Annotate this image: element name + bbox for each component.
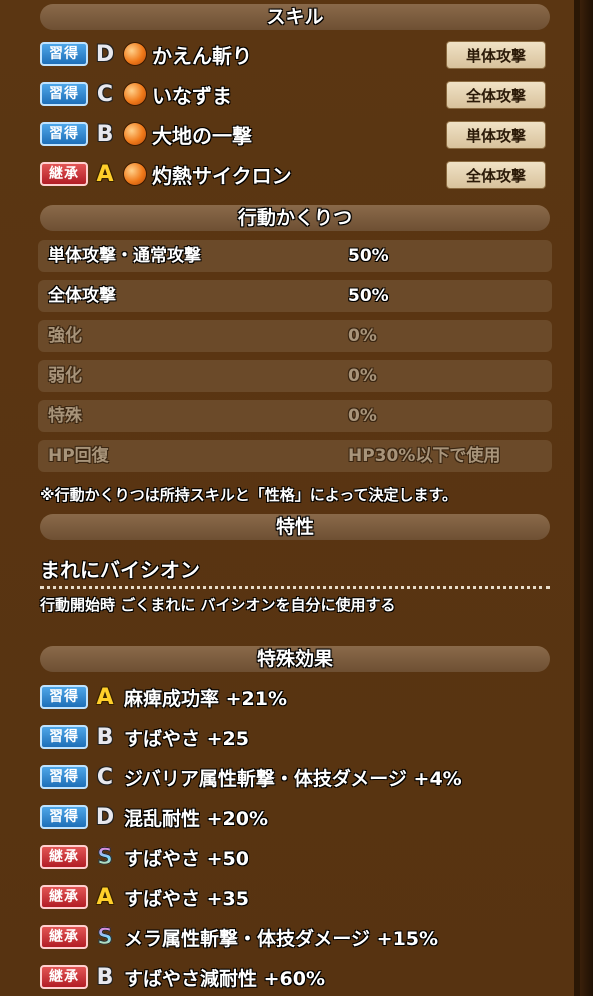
action-prob-note: ※行動かくりつは所持スキルと「性格」によって決定します。 <box>40 486 458 504</box>
scroll-edge <box>580 0 593 996</box>
inherit-badge: 継承 <box>40 845 88 869</box>
learn-badge: 習得 <box>40 42 88 66</box>
prob-value: HP30%以下で使用 <box>348 446 501 466</box>
effect-text: メラ属性斬撃・体技ダメージ +15% <box>124 927 439 950</box>
rank-letter: S <box>92 844 118 870</box>
skill-name: 灼熱サイクロン <box>152 163 292 188</box>
skill-row[interactable]: 習得 B 大地の一撃 単体攻撃 <box>40 118 546 150</box>
rank-letter: B <box>96 964 114 990</box>
fire-orb-icon <box>124 83 146 105</box>
prob-label: 特殊 <box>48 406 82 426</box>
skill-name: かえん斬り <box>152 43 252 68</box>
skill-name: 大地の一撃 <box>152 123 252 148</box>
effect-row: 習得 C ジバリア属性斬撃・体技ダメージ +4% <box>40 761 462 793</box>
skill-row[interactable]: 習得 D かえん斬り 単体攻撃 <box>40 38 546 70</box>
learn-badge: 習得 <box>40 805 88 829</box>
prob-label: HP回復 <box>48 446 109 466</box>
prob-row: HP回復 HP30%以下で使用 <box>38 440 552 472</box>
prob-row: 特殊 0% <box>38 400 552 432</box>
rank-letter: C <box>96 764 114 790</box>
action-prob-header: 行動かくりつ <box>40 205 550 231</box>
rank-letter: C <box>96 81 114 107</box>
skill-target-button[interactable]: 単体攻撃 <box>446 121 546 149</box>
effect-text: 混乱耐性 +20% <box>124 807 269 830</box>
effect-text: すばやさ +50 <box>124 847 249 870</box>
inherit-badge: 継承 <box>40 885 88 909</box>
skills-header: スキル <box>40 4 550 30</box>
learn-badge: 習得 <box>40 122 88 146</box>
learn-badge: 習得 <box>40 685 88 709</box>
rank-letter: S <box>92 924 118 950</box>
rank-letter: A <box>96 161 114 187</box>
prob-value: 0% <box>348 326 377 346</box>
inherit-badge: 継承 <box>40 925 88 949</box>
rank-letter: D <box>95 41 115 67</box>
prob-row: 弱化 0% <box>38 360 552 392</box>
inherit-badge: 継承 <box>40 965 88 989</box>
rank-letter: B <box>96 724 114 750</box>
trait-name: まれにバイシオン <box>40 558 200 582</box>
skill-row[interactable]: 継承 A 灼熱サイクロン 全体攻撃 <box>40 158 546 190</box>
rank-letter: A <box>96 884 114 910</box>
rank-letter: B <box>96 121 114 147</box>
prob-value: 50% <box>348 246 389 266</box>
rank-letter: A <box>96 684 114 710</box>
effect-row: 継承 S メラ属性斬撃・体技ダメージ +15% <box>40 921 438 953</box>
prob-row: 単体攻撃・通常攻撃 50% <box>38 240 552 272</box>
fire-orb-icon <box>124 43 146 65</box>
effect-text: 麻痺成功率 +21% <box>124 687 288 710</box>
skill-target-button[interactable]: 単体攻撃 <box>446 41 546 69</box>
learn-badge: 習得 <box>40 82 88 106</box>
effect-row: 習得 D 混乱耐性 +20% <box>40 801 268 833</box>
skill-name: いなずま <box>152 83 232 108</box>
trait-header: 特性 <box>40 514 550 540</box>
prob-label: 弱化 <box>48 366 82 386</box>
dotted-divider <box>40 586 550 589</box>
skill-target-button[interactable]: 全体攻撃 <box>446 161 546 189</box>
effect-row: 継承 S すばやさ +50 <box>40 841 249 873</box>
prob-value: 0% <box>348 406 377 426</box>
fire-orb-icon <box>124 123 146 145</box>
effect-row: 習得 B すばやさ +25 <box>40 721 249 753</box>
skill-row[interactable]: 習得 C いなずま 全体攻撃 <box>40 78 546 110</box>
prob-value: 50% <box>348 286 389 306</box>
fire-orb-icon <box>124 163 146 185</box>
trait-description: 行動開始時 ごくまれに バイシオンを自分に使用する <box>40 596 396 614</box>
prob-row: 全体攻撃 50% <box>38 280 552 312</box>
prob-value: 0% <box>348 366 377 386</box>
effect-row: 継承 B すばやさ減耐性 +60% <box>40 961 325 993</box>
learn-badge: 習得 <box>40 725 88 749</box>
effect-row: 習得 A 麻痺成功率 +21% <box>40 681 287 713</box>
special-effects-header: 特殊効果 <box>40 646 550 672</box>
effect-text: ジバリア属性斬撃・体技ダメージ +4% <box>124 767 462 790</box>
prob-label: 単体攻撃・通常攻撃 <box>48 246 201 266</box>
effect-row: 継承 A すばやさ +35 <box>40 881 249 913</box>
prob-row: 強化 0% <box>38 320 552 352</box>
learn-badge: 習得 <box>40 765 88 789</box>
skill-target-button[interactable]: 全体攻撃 <box>446 81 546 109</box>
effect-text: すばやさ減耐性 +60% <box>124 967 326 990</box>
effect-text: すばやさ +25 <box>124 727 249 750</box>
rank-letter: D <box>95 804 115 830</box>
prob-label: 強化 <box>48 326 82 346</box>
effect-text: すばやさ +35 <box>124 887 249 910</box>
prob-label: 全体攻撃 <box>48 286 116 306</box>
inherit-badge: 継承 <box>40 162 88 186</box>
